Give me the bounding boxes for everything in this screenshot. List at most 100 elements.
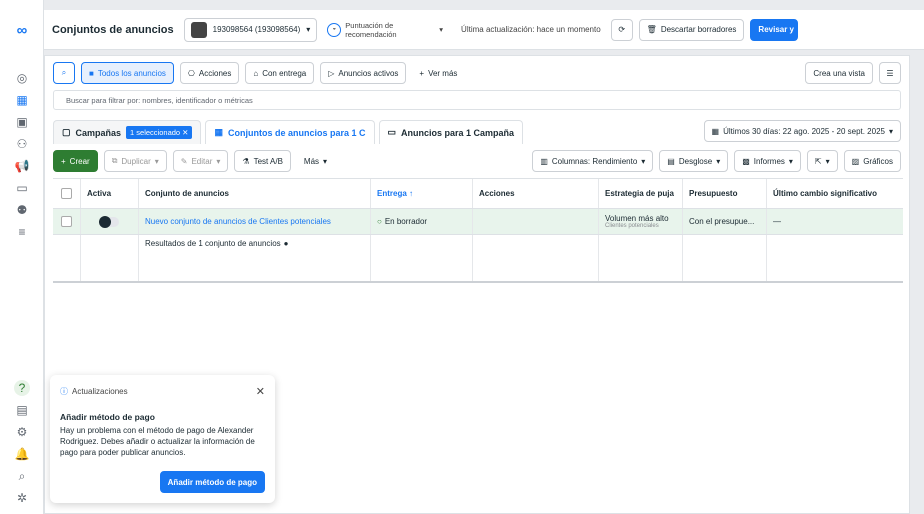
account-overview-icon[interactable]: ◎ xyxy=(14,70,30,86)
discard-label: Descartar borradores xyxy=(660,25,737,34)
help-icon[interactable]: ? xyxy=(14,380,30,396)
see-more-label: Ver más xyxy=(428,68,458,78)
row-checkbox[interactable] xyxy=(61,216,72,227)
see-more-button[interactable]: + Ver más xyxy=(412,62,465,84)
more-label: Más xyxy=(303,156,320,166)
with-delivery-filter[interactable]: ⌂ Con entrega xyxy=(245,62,315,84)
col-budget[interactable]: Presupuesto xyxy=(683,179,767,208)
select-all-checkbox[interactable] xyxy=(61,188,72,199)
view-settings-button[interactable]: ☰ xyxy=(879,62,901,84)
col-active[interactable]: Activa xyxy=(81,179,139,208)
col-last-change[interactable]: Último cambio significativo xyxy=(767,179,903,208)
col-last-change-label: Último cambio significativo xyxy=(773,189,878,198)
meta-logo-icon[interactable]: ∞ xyxy=(14,22,30,39)
notification-body: Hay un problema con el método de pago de… xyxy=(60,426,255,457)
breakdown-button[interactable]: ▤ Desglose ▾ xyxy=(659,150,729,172)
billing-card-icon[interactable]: ▭ xyxy=(14,180,30,196)
search-icon[interactable]: ⌕ xyxy=(14,468,30,484)
ab-test-button[interactable]: ⚗ Test A/B xyxy=(234,150,291,172)
discard-drafts-button[interactable]: 🗑 Descartar borradores xyxy=(638,18,745,41)
last-change-cell: — xyxy=(773,217,781,226)
col-adset-name[interactable]: Conjunto de anuncios xyxy=(139,179,371,208)
recommendation-score[interactable]: ◒ Puntuación de recomendación ▾ xyxy=(327,21,443,39)
edit-label: Editar xyxy=(191,156,213,166)
bug-report-icon[interactable]: ✲ xyxy=(14,490,30,506)
people-icon[interactable]: ⚉ xyxy=(14,202,30,218)
all-ads-filter[interactable]: ■ Todos los anuncios xyxy=(81,62,174,84)
charts-button[interactable]: ▨ Gráficos xyxy=(843,150,901,172)
duplicate-label: Duplicar xyxy=(121,156,151,166)
score-label: Puntuación de recomendación xyxy=(345,20,397,39)
col-adset-name-label: Conjunto de anuncios xyxy=(145,189,229,198)
chevron-down-icon: ▾ xyxy=(716,156,721,166)
info-icon[interactable]: ● xyxy=(284,239,289,248)
refresh-icon: ⟳ xyxy=(618,25,626,34)
col-delivery[interactable]: Entrega ↑ xyxy=(371,179,473,208)
delivery-status-label: En borrador xyxy=(384,217,428,226)
search-button[interactable]: ⌕ xyxy=(53,62,75,84)
reports-button[interactable]: ▩ Informes ▾ xyxy=(734,150,801,172)
col-bid-strategy-label: Estrategia de puja xyxy=(605,189,674,198)
chevron-down-icon: ▾ xyxy=(154,156,159,166)
menu-icon[interactable]: ≡ xyxy=(14,224,30,240)
create-view-button[interactable]: Crea una vista xyxy=(805,62,873,84)
pages-icon[interactable]: ▤ xyxy=(14,402,30,418)
tab-adsets[interactable]: ▦ Conjuntos de anuncios para 1 C xyxy=(205,120,375,144)
review-publish-button[interactable]: Revisar y xyxy=(750,18,799,41)
table-row[interactable]: Nuevo conjunto de anuncios de Clientes p… xyxy=(53,209,903,235)
select-all-cell[interactable] xyxy=(53,179,81,208)
chevron-down-icon: ▾ xyxy=(439,25,444,34)
summary-spacer xyxy=(371,235,473,281)
notifications-bell-icon[interactable]: 🔔 xyxy=(14,446,30,462)
tab-campaigns-label: Campañas xyxy=(75,127,122,138)
all-ads-label: Todos los anuncios xyxy=(97,68,166,78)
account-selector[interactable]: 193098564 (193098564) ▾ xyxy=(183,17,318,42)
close-icon[interactable]: ✕ xyxy=(256,385,265,398)
ab-test-label: Test A/B xyxy=(253,156,283,166)
documents-icon[interactable]: ▣ xyxy=(14,114,30,130)
edit-button[interactable]: ✎ Editar ▾ xyxy=(172,150,229,172)
col-actions[interactable]: Acciones xyxy=(473,179,599,208)
trash-icon: 🗑 xyxy=(646,25,657,34)
megaphone-icon[interactable]: 📢 xyxy=(14,158,30,174)
tab-campaigns[interactable]: ▢ Campañas 1 seleccionado ✕ xyxy=(53,120,202,144)
create-button[interactable]: + Crear xyxy=(53,150,98,172)
campaigns-grid-icon[interactable]: ▦ xyxy=(14,92,30,108)
actions-icon: ⎔ xyxy=(187,68,195,78)
last-update-text: Última actualización: hace un momento xyxy=(461,25,601,34)
selected-chip[interactable]: 1 seleccionado ✕ xyxy=(126,126,193,139)
breakdown-icon: ▤ xyxy=(667,156,675,166)
tab-ads[interactable]: ▭ Anuncios para 1 Campaña xyxy=(378,120,524,144)
add-payment-method-button[interactable]: Añadir método de pago xyxy=(159,471,265,493)
account-id: 193098564 (193098564) xyxy=(212,25,301,34)
adset-name-link[interactable]: Nuevo conjunto de anuncios de Clientes p… xyxy=(139,209,371,234)
summary-text: Resultados de 1 conjunto de anuncios xyxy=(145,239,281,248)
actions-filter[interactable]: ⎔ Acciones xyxy=(179,62,240,84)
draft-status-icon: ○ xyxy=(377,217,382,226)
export-button[interactable]: ⇱ ▾ xyxy=(806,150,838,172)
row-select-cell[interactable] xyxy=(53,209,81,234)
report-icon: ▩ xyxy=(742,156,750,166)
chevron-down-icon: ▾ xyxy=(788,156,793,166)
settings-gear-icon[interactable]: ⚙ xyxy=(14,424,30,440)
columns-button[interactable]: ▥ Columnas: Rendimiento ▾ xyxy=(532,150,654,172)
adsets-table: Activa Conjunto de anuncios Entrega ↑ Ac… xyxy=(53,178,903,283)
active-toggle[interactable] xyxy=(98,215,119,228)
audiences-icon[interactable]: ⚇ xyxy=(14,136,30,152)
search-filter-input[interactable]: Buscar para filtrar por: nombres, identi… xyxy=(53,90,901,110)
create-label: Crear xyxy=(69,156,90,166)
col-actions-label: Acciones xyxy=(479,189,515,198)
more-button[interactable]: Más ▾ xyxy=(296,150,335,172)
chevron-down-icon: ▾ xyxy=(825,156,830,166)
summary-spacer xyxy=(473,235,599,281)
refresh-button[interactable]: ⟳ xyxy=(610,18,633,41)
duplicate-button[interactable]: ⧉ Duplicar ▾ xyxy=(103,150,167,172)
active-ads-filter[interactable]: ▷ Anuncios activos xyxy=(320,62,407,84)
active-toggle-cell[interactable] xyxy=(81,209,139,234)
col-bid-strategy[interactable]: Estrategia de puja xyxy=(599,179,683,208)
delivery-status: ○ En borrador xyxy=(371,209,473,234)
date-range-label: Últimos 30 días: 22 ago. 2025 - 20 sept.… xyxy=(723,126,885,136)
date-range-picker[interactable]: ▦ Últimos 30 días: 22 ago. 2025 - 20 sep… xyxy=(703,120,901,142)
notification-title: Añadir método de pago xyxy=(60,412,155,422)
info-icon: ⓘ xyxy=(60,387,68,396)
